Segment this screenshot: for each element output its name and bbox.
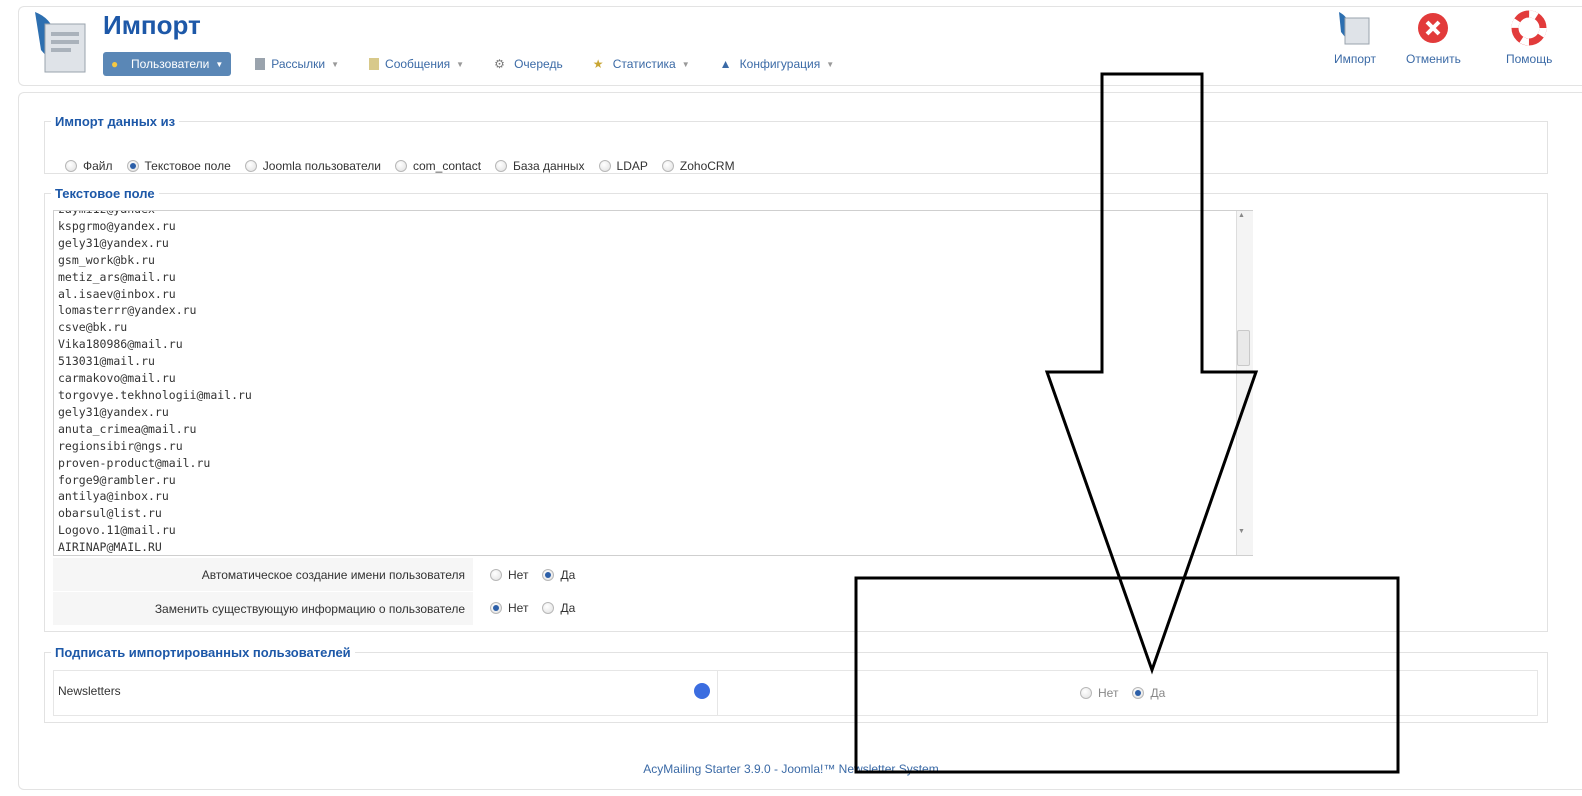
email-line: Logovo.11@mail.ru xyxy=(58,523,176,538)
autoname-no-radio[interactable]: Нет xyxy=(490,568,528,582)
overwrite-yes-radio[interactable]: Да xyxy=(542,601,575,615)
email-line: forge9@rambler.ru xyxy=(58,472,176,487)
email-line: gsm_work@bk.ru xyxy=(58,252,155,267)
email-line: torgovye.tekhnologii@mail.ru xyxy=(58,387,252,402)
chevron-down-icon: ▼ xyxy=(456,59,465,69)
overwrite-no-radio[interactable]: Нет xyxy=(490,601,528,615)
chevron-down-icon: ▼ xyxy=(215,59,224,69)
email-line: metiz_ars@mail.ru xyxy=(58,269,176,284)
option-overwrite-radios: Нет Да xyxy=(490,601,589,615)
menu-queue-label: Очередь xyxy=(514,57,563,71)
email-line: csve@bk.ru xyxy=(58,320,128,335)
email-line: obarsul@list.ru xyxy=(58,506,162,521)
textfield-legend: Текстовое поле xyxy=(55,186,155,201)
newsletter-icon xyxy=(255,58,266,70)
page-title: Импорт xyxy=(103,10,201,40)
app-logo-icon xyxy=(35,12,86,73)
config-icon: ▲ xyxy=(719,57,732,71)
source-zohocrm-radio[interactable]: ZohoCRM xyxy=(661,159,735,173)
import-source-fieldset: Импорт данных из Файл Текстовое поле Joo… xyxy=(44,114,1548,174)
menu-users-label: Пользователи xyxy=(131,57,210,71)
menu-stats[interactable]: ★ Статистика ▼ xyxy=(587,52,696,76)
menu-config-label: Конфигурация xyxy=(739,57,821,71)
row-divider xyxy=(717,671,718,715)
import-source-options: Файл Текстовое поле Joomla пользователи … xyxy=(65,159,749,173)
source-textfield-radio[interactable]: Текстовое поле xyxy=(126,159,231,173)
import-button[interactable]: Импорт xyxy=(1334,10,1376,66)
import-button-label: Импорт xyxy=(1334,52,1376,66)
option-label-overwrite: Заменить существующую информацию о польз… xyxy=(53,592,473,626)
source-file-radio[interactable]: Файл xyxy=(65,159,113,173)
scroll-up-icon[interactable]: ▲ xyxy=(1238,212,1245,219)
help-icon xyxy=(1511,10,1547,46)
chevron-down-icon: ▼ xyxy=(331,59,340,69)
email-line: 513031@mail.ru xyxy=(58,354,155,369)
menu-users[interactable]: ● Пользователи ▼ xyxy=(103,52,232,76)
menu-stats-label: Статистика xyxy=(612,57,676,71)
help-button-label: Помощь xyxy=(1506,52,1553,66)
newsletter-label: Newsletters xyxy=(58,684,121,698)
menu-messages[interactable]: Сообщения ▼ xyxy=(363,52,470,76)
main-menu: ● Пользователи ▼ Рассылки ▼ Сообщения ▼ … xyxy=(103,52,840,76)
chevron-down-icon: ▼ xyxy=(681,59,690,69)
email-line: regionsibir@ngs.ru xyxy=(58,438,183,453)
source-comcontact-radio[interactable]: com_contact xyxy=(395,159,481,173)
email-line: proven-product@mail.ru xyxy=(58,455,211,470)
help-button[interactable]: Помощь xyxy=(1506,10,1552,66)
autoname-yes-radio[interactable]: Да xyxy=(542,568,575,582)
newsletter-yes-radio[interactable]: Да xyxy=(1132,686,1165,700)
email-line: carmakovo@mail.ru xyxy=(58,371,176,386)
newsletter-color-dot xyxy=(694,683,710,699)
subscribe-legend: Подписать импортированных пользователей xyxy=(55,645,351,660)
email-line: anuta_crimea@mail.ru xyxy=(58,421,197,436)
email-line: al.isaev@inbox.ru xyxy=(58,286,176,301)
queue-icon: ⚙ xyxy=(494,57,505,71)
import-source-legend: Импорт данных из xyxy=(55,114,176,129)
email-line: kspgrmo@yandex.ru xyxy=(58,218,176,233)
footer-text: AcyMailing Starter 3.9.0 - Joomla!™ News… xyxy=(643,762,939,776)
scrollbar-thumb[interactable] xyxy=(1237,330,1250,366)
email-line: lomasterrr@yandex.ru xyxy=(58,303,197,318)
email-textarea[interactable]: zaymi1z@yandexkspgrmo@yandex.ru gely31@ya… xyxy=(53,210,1253,556)
cancel-button[interactable]: Отменить xyxy=(1406,10,1461,66)
users-icon: ● xyxy=(111,57,119,71)
cancel-button-label: Отменить xyxy=(1406,52,1461,66)
newsletter-radios: Нет Да xyxy=(1080,686,1179,700)
option-label-autoname: Автоматическое создание имени пользовате… xyxy=(53,558,473,592)
option-autoname-radios: Нет Да xyxy=(490,568,589,582)
scroll-down-icon[interactable]: ▼ xyxy=(1238,528,1245,535)
menu-config[interactable]: ▲ Конфигурация ▼ xyxy=(714,52,840,76)
newsletter-no-radio[interactable]: Нет xyxy=(1080,686,1118,700)
menu-newsletters-label: Рассылки xyxy=(271,57,326,71)
menu-messages-label: Сообщения xyxy=(385,57,451,71)
source-ldap-radio[interactable]: LDAP xyxy=(598,159,648,173)
chevron-down-icon: ▼ xyxy=(826,59,835,69)
email-line: gely31@yandex.ru xyxy=(58,404,169,419)
source-joomla-radio[interactable]: Joomla пользователи xyxy=(244,159,381,173)
menu-queue[interactable]: ⚙ Очередь xyxy=(488,52,569,76)
source-database-radio[interactable]: База данных xyxy=(495,159,585,173)
menu-newsletters[interactable]: Рассылки ▼ xyxy=(249,52,345,76)
email-line: zaymi1z@yandex xyxy=(58,211,1252,218)
email-line: antilya@inbox.ru xyxy=(58,489,169,504)
newsletter-row xyxy=(53,670,1538,716)
messages-icon xyxy=(369,58,380,70)
email-line: Vika180986@mail.ru xyxy=(58,337,183,352)
email-line: gely31@yandex.ru xyxy=(58,235,169,250)
stats-icon: ★ xyxy=(592,57,604,71)
email-line: AIRINAP@MAIL.RU xyxy=(58,540,162,555)
textarea-scrollbar[interactable] xyxy=(1236,211,1253,555)
cancel-icon xyxy=(1418,13,1449,43)
import-icon xyxy=(1338,12,1370,45)
